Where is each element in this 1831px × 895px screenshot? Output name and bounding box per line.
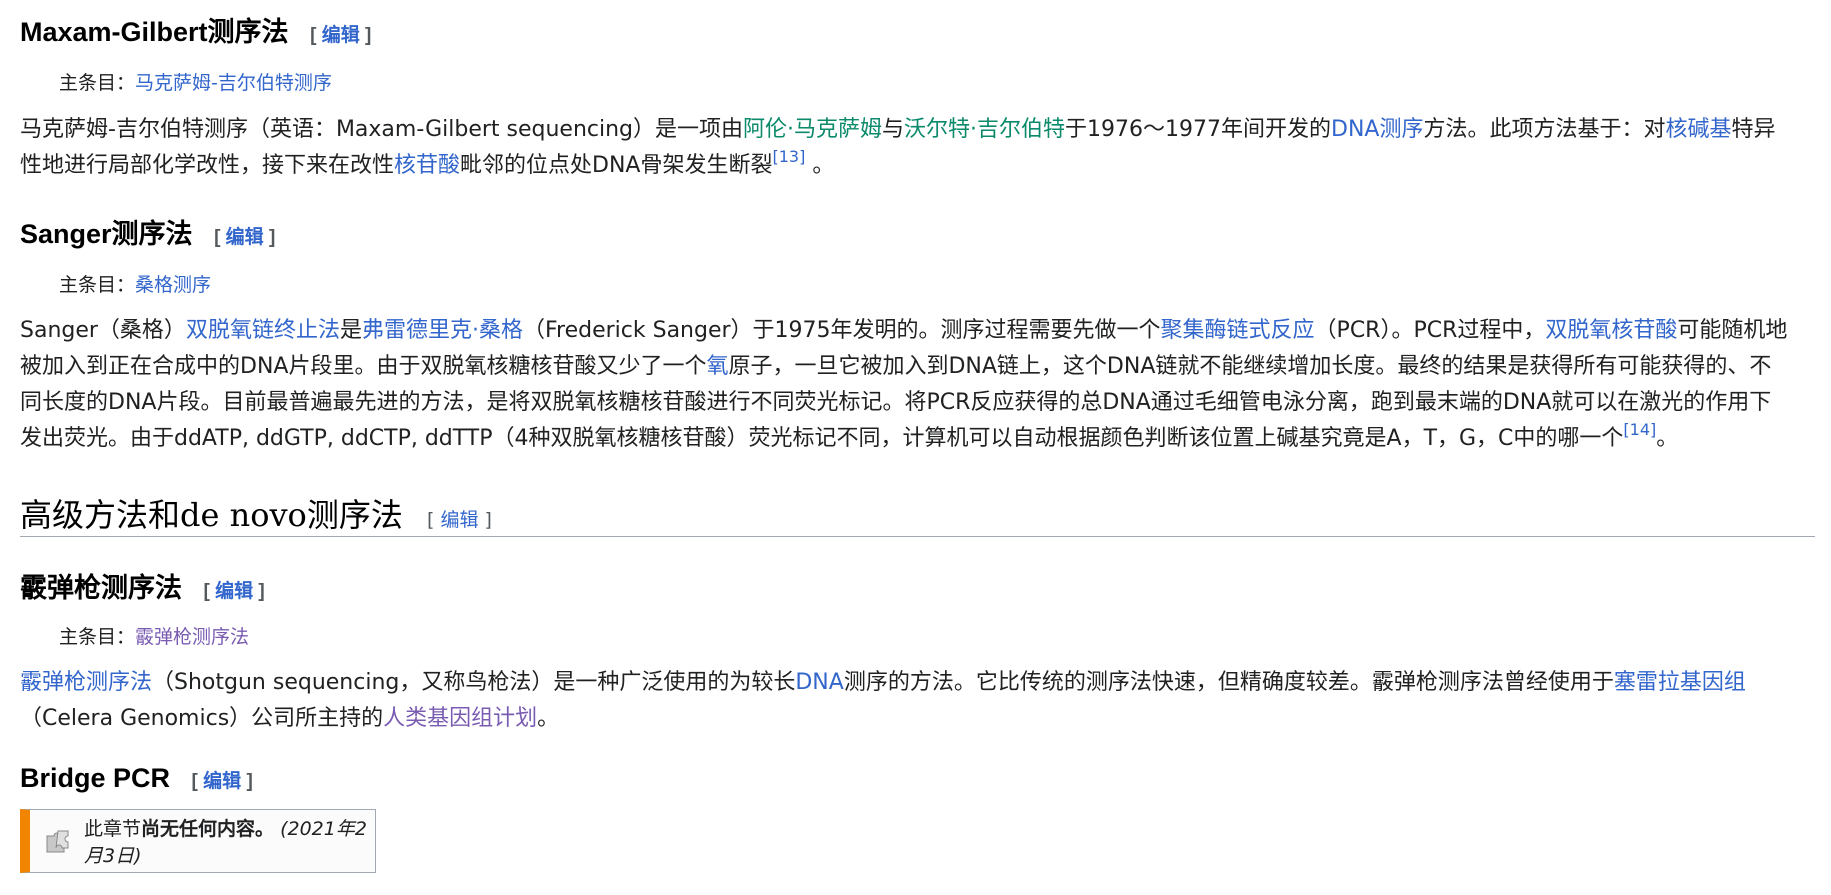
- link-celera-genomics[interactable]: 塞雷拉基因组: [1614, 670, 1746, 695]
- link-chain-termination[interactable]: 双脱氧链终止法: [186, 318, 340, 343]
- paragraph-line: 同长度的DNA片段。目前最普遍最先进的方法，是将双脱氧核糖核苷酸进行不同荧光标记…: [20, 390, 1772, 415]
- link-pcr[interactable]: 聚集酶链式反应: [1161, 318, 1315, 343]
- heading-text: 高级方法和de novo测序法: [20, 496, 403, 534]
- link-frederick-sanger[interactable]: 弗雷德里克·桑格: [362, 318, 523, 343]
- hatnote-main-article: 主条目：马克萨姆-吉尔伯特测序: [59, 72, 332, 94]
- link-allan-maxam[interactable]: 阿伦·马克萨姆: [743, 117, 882, 142]
- paragraph-line: Sanger（桑格）双脱氧链终止法是弗雷德里克·桑格（Frederick San…: [20, 318, 1788, 343]
- heading-text: Maxam-Gilbert测序法: [20, 17, 289, 47]
- section-heading-shotgun: 霰弹枪测序法 [ 编辑 ]: [20, 566, 265, 605]
- section-heading-sanger: Sanger测序法 [ 编辑 ]: [20, 212, 275, 251]
- paragraph-line: 性地进行局部化学改性，接下来在改性核苷酸毗邻的位点处DNA骨架发生断裂[13] …: [20, 147, 835, 179]
- puzzle-pieces-icon: [44, 828, 74, 856]
- edit-section: [ 编辑 ]: [191, 771, 253, 792]
- notice-text: 此章节尚无任何内容。 (2021年2月3日): [84, 818, 367, 867]
- section-heading-advanced-methods: 高级方法和de novo测序法 [ 编辑 ]: [20, 490, 492, 536]
- hatnote-main-article: 主条目：霰弹枪测序法: [59, 626, 250, 648]
- heading-text: 霰弹枪测序法: [20, 573, 182, 603]
- link-oxygen[interactable]: 氧: [706, 354, 728, 379]
- empty-section-notice: 此章节尚无任何内容。 (2021年2月3日): [20, 809, 376, 873]
- edit-section: [ 编辑 ]: [214, 227, 276, 248]
- paragraph-line: 马克萨姆-吉尔伯特测序（英语：Maxam-Gilbert sequencing）…: [20, 117, 1776, 142]
- link-dna-sequencing[interactable]: DNA测序: [1331, 117, 1423, 142]
- edit-link[interactable]: 编辑: [215, 581, 253, 602]
- heading-text: Sanger测序法: [20, 219, 193, 249]
- article-content: Maxam-Gilbert测序法 [ 编辑 ] 主条目：马克萨姆-吉尔伯特测序 …: [0, 0, 1831, 895]
- link-ddntp[interactable]: 双脱氧核苷酸: [1545, 318, 1677, 343]
- paragraph-line: （Celera Genomics）公司所主持的人类基因组计划。: [20, 706, 560, 731]
- link-human-genome-project[interactable]: 人类基因组计划: [383, 706, 537, 731]
- edit-section: [ 编辑 ]: [310, 25, 372, 46]
- paragraph-line: 发出荧光。由于ddATP, ddGTP, ddCTP, ddTTP（4种双脱氧核…: [20, 420, 1679, 452]
- edit-link[interactable]: 编辑: [203, 771, 241, 792]
- hatnote-link[interactable]: 马克萨姆-吉尔伯特测序: [135, 72, 332, 94]
- hatnote-main-article: 主条目：桑格测序: [59, 274, 212, 296]
- reference-link[interactable]: [13]: [772, 147, 805, 166]
- link-dna[interactable]: DNA: [795, 670, 843, 695]
- edit-link[interactable]: 编辑: [226, 227, 264, 248]
- hatnote-link[interactable]: 霰弹枪测序法: [135, 626, 249, 648]
- link-walter-gilbert[interactable]: 沃尔特·吉尔伯特: [904, 117, 1065, 142]
- link-nucleotide[interactable]: 核苷酸: [394, 153, 460, 178]
- heading-text: Bridge PCR: [20, 763, 171, 793]
- reference-link[interactable]: [14]: [1623, 420, 1656, 439]
- heading-divider: [20, 536, 1815, 537]
- paragraph-line: 霰弹枪测序法（Shotgun sequencing，又称鸟枪法）是一种广泛使用的…: [20, 670, 1746, 695]
- hatnote-link[interactable]: 桑格测序: [135, 274, 211, 296]
- link-nucleobase[interactable]: 核碱基: [1665, 117, 1731, 142]
- paragraph-line: 被加入到正在合成中的DNA片段里。由于双脱氧核糖核苷酸又少了一个氧原子，一旦它被…: [20, 354, 1772, 379]
- link-shotgun-sequencing[interactable]: 霰弹枪测序法: [20, 670, 152, 695]
- section-heading-bridge-pcr: Bridge PCR [ 编辑 ]: [20, 763, 253, 794]
- edit-link[interactable]: 编辑: [440, 509, 478, 531]
- edit-section: [ 编辑 ]: [203, 581, 265, 602]
- edit-section: [ 编辑 ]: [427, 509, 492, 531]
- section-heading-maxam-gilbert: Maxam-Gilbert测序法 [ 编辑 ]: [20, 10, 371, 49]
- edit-link[interactable]: 编辑: [322, 25, 360, 46]
